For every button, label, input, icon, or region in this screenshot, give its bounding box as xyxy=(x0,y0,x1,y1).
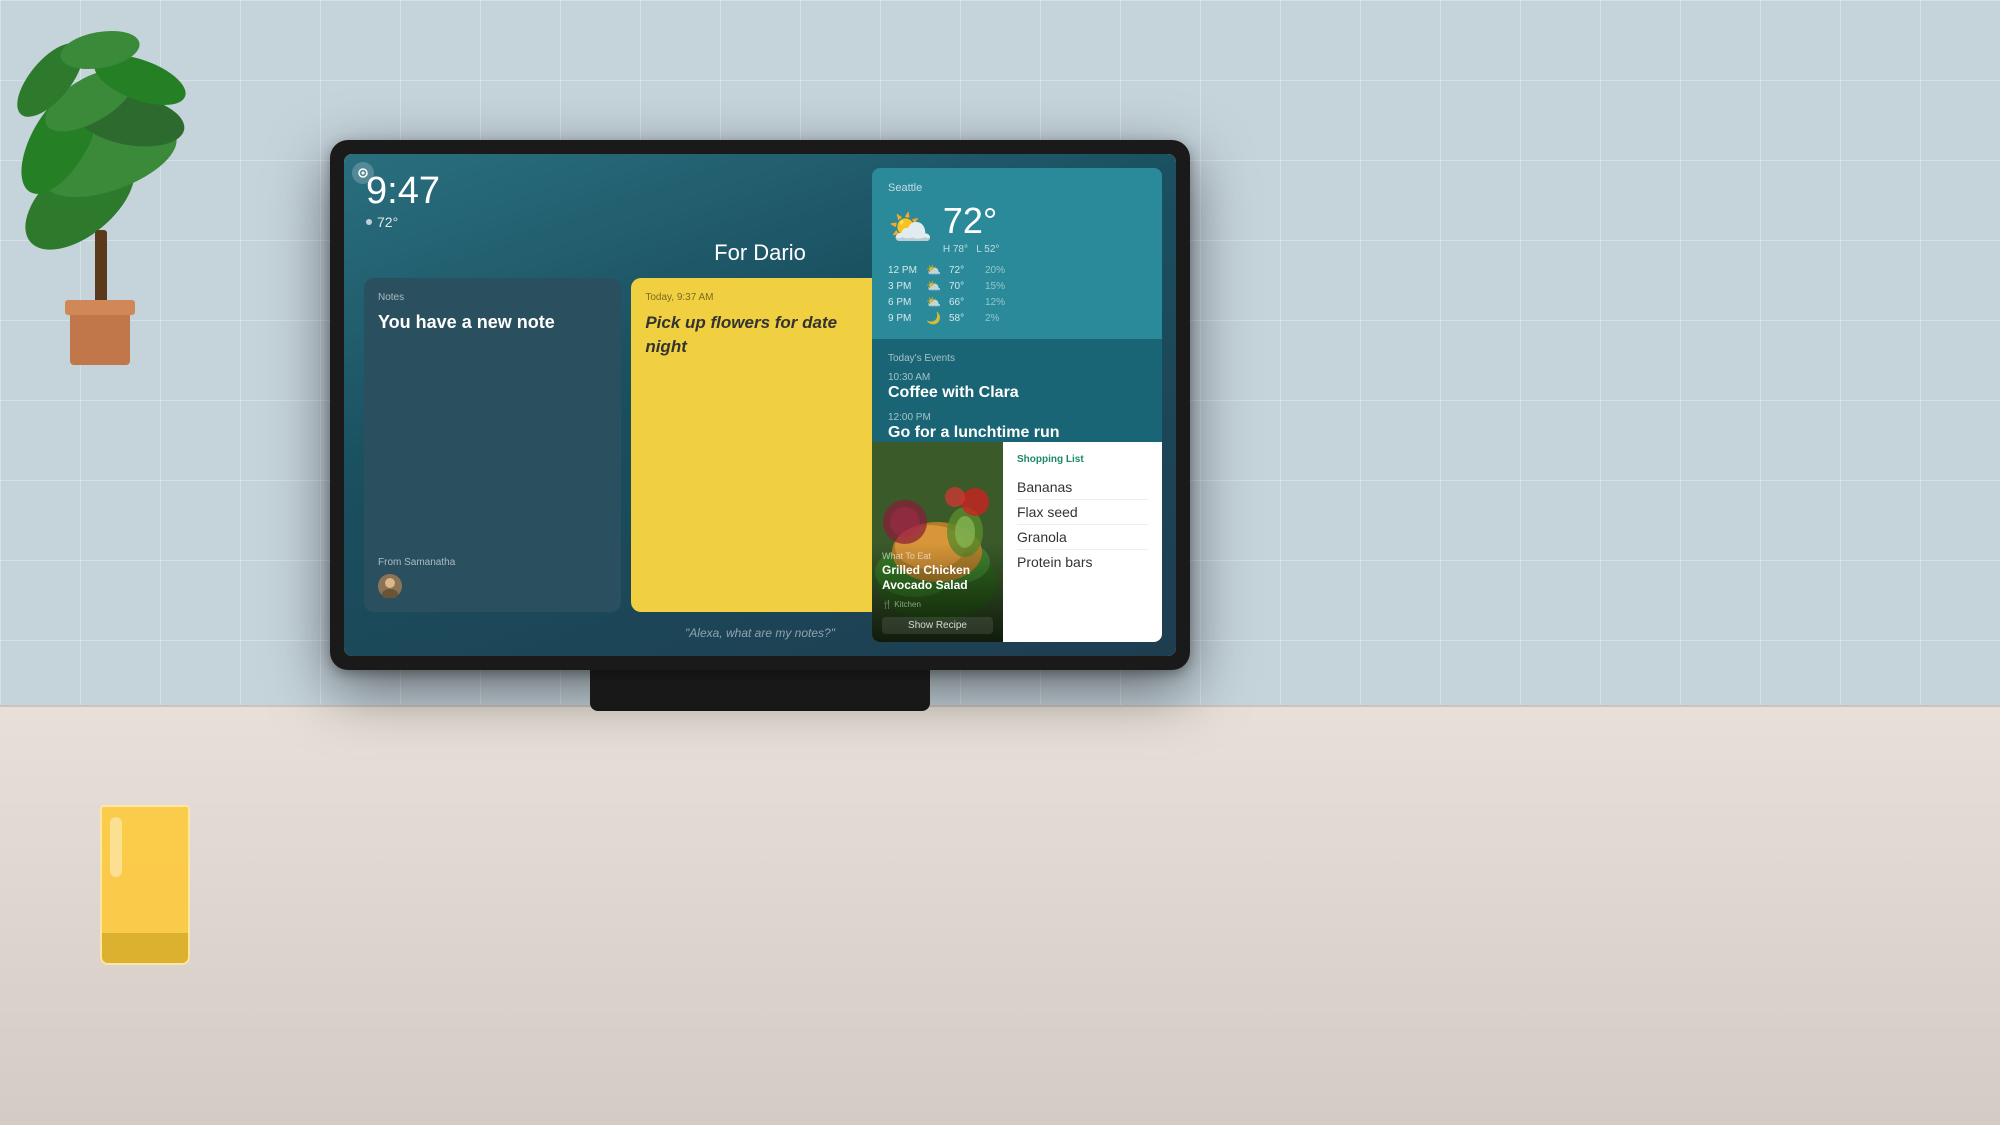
monitor-stand xyxy=(590,666,930,711)
shopping-list-card[interactable]: Shopping List Bananas Flax seed Granola … xyxy=(1003,442,1162,642)
recipe-title: Grilled Chicken Avocado Salad xyxy=(882,563,993,594)
echo-show-screen: 9:47 72° Hi, Dario xyxy=(344,154,1176,656)
shopping-item-0: Bananas xyxy=(1017,475,1148,500)
show-recipe-button[interactable]: Show Recipe xyxy=(882,617,993,634)
kitchen-icon: 🍴 xyxy=(882,600,892,609)
weather-city: Seattle xyxy=(888,182,1146,194)
shopping-item-3: Protein bars xyxy=(1017,550,1148,574)
note-label: Notes xyxy=(378,292,607,303)
forecast-icon-2: ⛅ xyxy=(926,295,941,309)
recipe-image: What To Eat Grilled Chicken Avocado Sala… xyxy=(872,442,1003,642)
weather-hi-lo: H 78° L 52° xyxy=(943,244,1000,255)
sticky-note-card[interactable]: Today, 9:37 AM Pick up flowers for date … xyxy=(631,278,888,612)
sticky-label: Today, 9:37 AM xyxy=(645,292,874,303)
forecast-row-2: 6 PM ⛅ 66° 12% xyxy=(888,295,1146,309)
countertop xyxy=(0,705,2000,1125)
note-title: You have a new note xyxy=(378,311,607,549)
recipe-attribution: 🍴 Kitchen xyxy=(882,600,993,609)
temp-dot xyxy=(366,219,372,225)
forecast-icon-0: ⛅ xyxy=(926,263,941,277)
recipe-overlay: What To Eat Grilled Chicken Avocado Sala… xyxy=(872,543,1003,642)
monitor-bezel: 9:47 72° Hi, Dario xyxy=(344,154,1176,656)
weather-widget[interactable]: Seattle ⛅ 72° H 78° L 52° xyxy=(872,168,1162,339)
recipe-card[interactable]: What To Eat Grilled Chicken Avocado Sala… xyxy=(872,442,1003,642)
weather-temp: 72° xyxy=(943,200,1000,242)
note-from: From Samanatha xyxy=(378,557,607,568)
shopping-item-1: Flax seed xyxy=(1017,500,1148,525)
shopping-item-2: Granola xyxy=(1017,525,1148,550)
sticky-text: Pick up flowers for date night xyxy=(645,311,874,359)
events-label: Today's Events xyxy=(888,353,1146,364)
forecast-row-1: 3 PM ⛅ 70° 15% xyxy=(888,279,1146,293)
weather-forecast: 12 PM ⛅ 72° 20% 3 PM ⛅ 70° 15% 6 PM xyxy=(888,263,1146,325)
forecast-icon-1: ⛅ xyxy=(926,279,941,293)
plant-decoration xyxy=(0,0,220,380)
weather-icon: ⛅ xyxy=(888,207,933,249)
event-item-1: 12:00 PM Go for a lunchtime run xyxy=(888,412,1146,442)
bottom-right-row: What To Eat Grilled Chicken Avocado Sala… xyxy=(872,442,1162,642)
note-sender-avatar xyxy=(378,574,402,598)
forecast-row-0: 12 PM ⛅ 72° 20% xyxy=(888,263,1146,277)
monitor-frame: 9:47 72° Hi, Dario xyxy=(330,140,1190,670)
event-item-0: 10:30 AM Coffee with Clara xyxy=(888,372,1146,402)
recipe-what-label: What To Eat xyxy=(882,551,993,561)
shopping-list-label: Shopping List xyxy=(1017,454,1148,465)
note-card[interactable]: Notes You have a new note From Samanatha xyxy=(364,278,621,612)
forecast-row-3: 9 PM 🌙 58° 2% xyxy=(888,311,1146,325)
weather-main: ⛅ 72° H 78° L 52° xyxy=(888,200,1146,255)
forecast-icon-3: 🌙 xyxy=(926,311,941,325)
juice-glass xyxy=(90,785,200,965)
